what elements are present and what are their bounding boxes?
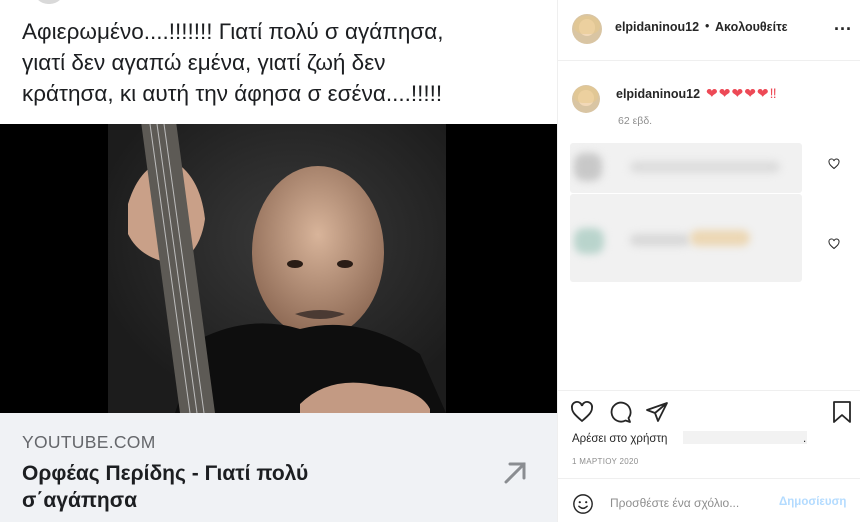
blurred-comment [570, 194, 802, 282]
quote-line: κράτησα, κι αυτή την άφησα σ εσένα....!!… [22, 81, 443, 106]
bookmark-icon[interactable] [830, 400, 854, 424]
link-title: Ορφέας Περίδης - Γιατί πολύ σ΄αγάπησα [22, 460, 308, 514]
post-quote-text: Αφιερωμένο....!!!!!!! Γιατί πολύ σ αγάπη… [22, 16, 542, 109]
link-title-line: σ΄αγάπησα [22, 489, 138, 512]
avatar[interactable] [572, 14, 602, 44]
caption-avatar[interactable] [572, 85, 600, 113]
post-date[interactable]: 1 ΜΑΡΤΙΟΥ 2020 [572, 457, 639, 466]
link-title-line: Ορφέας Περίδης - Γιατί πολύ [22, 462, 309, 485]
likes-suffix: . [803, 433, 807, 445]
comment-like-heart-icon[interactable] [828, 237, 840, 250]
cropped-avatar [34, 0, 64, 4]
header-separator: • [705, 19, 710, 33]
comment-icon[interactable] [608, 400, 632, 424]
more-options-icon[interactable]: ... [834, 14, 852, 35]
post-header: elpidaninou12 • Ακολουθείτε ... [558, 0, 860, 61]
likes-text: Αρέσει στο χρήστη [572, 433, 668, 445]
following-button[interactable]: Ακολουθείτε [715, 20, 788, 34]
quote-line: Αφιερωμένο....!!!!!!! Γιατί πολύ σ αγάπη… [22, 19, 444, 44]
post-media[interactable]: Αφιερωμένο....!!!!!!! Γιατί πολύ σ αγάπη… [0, 0, 558, 522]
redacted-username [683, 431, 807, 444]
link-domain: YOUTUBE.COM [22, 432, 156, 452]
paper-plane-icon[interactable] [645, 400, 669, 424]
comment-bar: Δημοσίευση [558, 478, 860, 523]
arrow-up-right-icon[interactable] [500, 458, 530, 488]
video-thumbnail[interactable] [0, 124, 557, 413]
caption-time[interactable]: 62 εβδ. [618, 115, 652, 127]
heart-icon[interactable] [570, 400, 594, 424]
caption-text: ❤❤❤❤❤‼ [706, 85, 778, 101]
blurred-comment [570, 143, 802, 193]
comment-like-heart-icon[interactable] [828, 157, 840, 170]
smiley-icon[interactable] [572, 493, 594, 515]
link-preview-card[interactable]: YOUTUBE.COM Ορφέας Περίδης - Γιατί πολύ … [0, 413, 557, 522]
header-username[interactable]: elpidaninou12 [615, 20, 699, 34]
quote-line: γιατί δεν αγαπώ εμένα, γιατί ζωή δεν [22, 50, 386, 75]
comment-input[interactable] [610, 496, 770, 510]
publish-button[interactable]: Δημοσίευση [779, 496, 846, 508]
post-sidebar: elpidaninou12 • Ακολουθείτε ... elpidani… [558, 0, 860, 522]
post-actions [558, 390, 860, 391]
caption-username[interactable]: elpidaninou12 [616, 87, 700, 101]
